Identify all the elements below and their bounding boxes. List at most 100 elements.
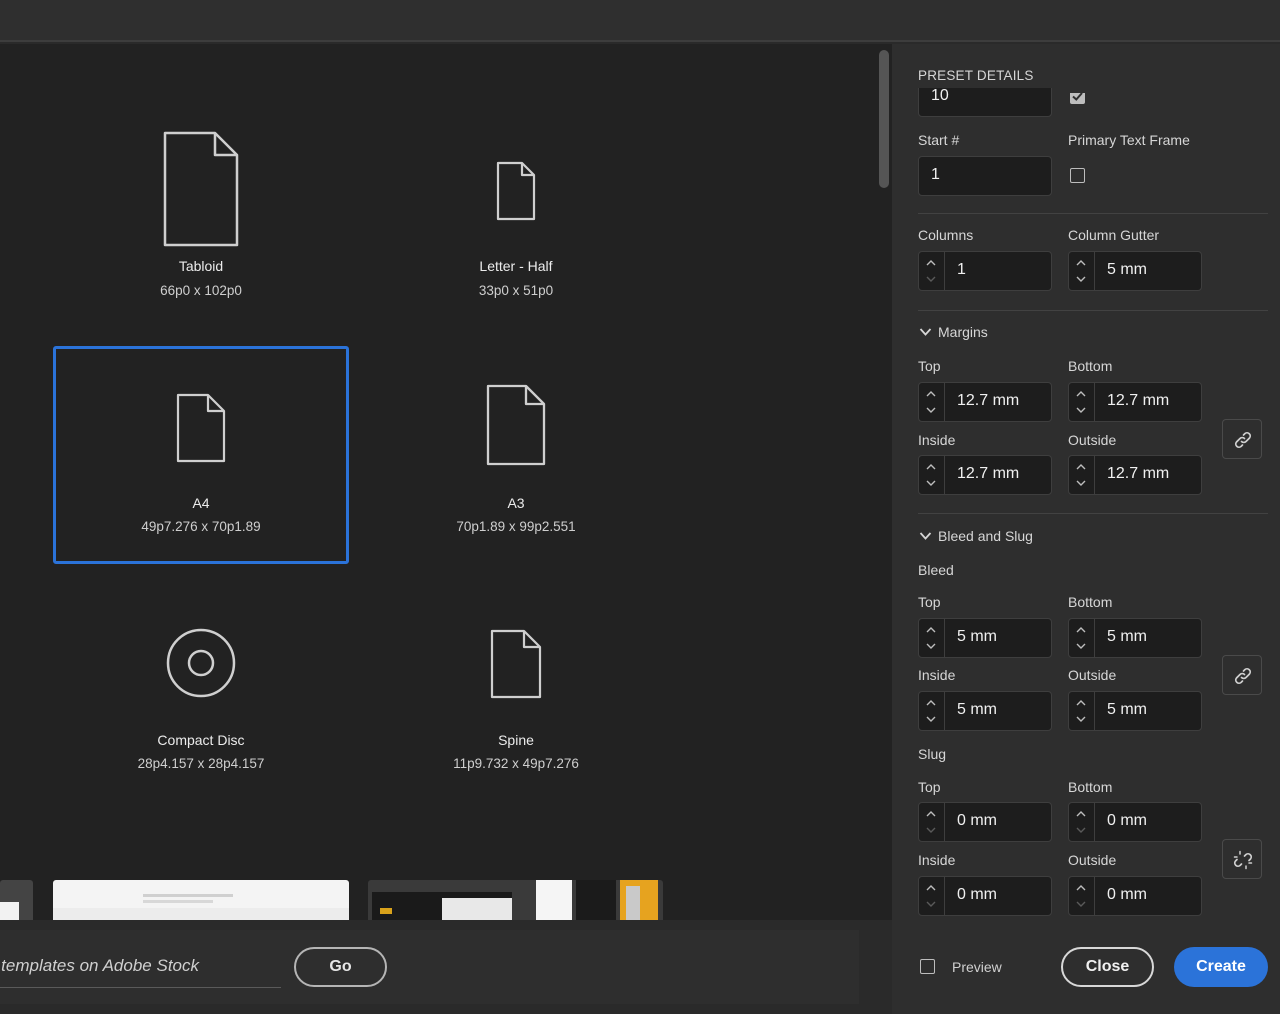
chevron-down-icon [926,716,936,722]
facing-pages-checkbox[interactable] [1070,93,1085,104]
bleed-top-stepper[interactable] [919,619,945,657]
bleed-inside-label: Inside [918,667,956,683]
bleed-top-label: Top [918,594,941,610]
bleed-label: Bleed [918,562,954,578]
margin-top-value: 12.7 mm [957,392,1020,409]
bleed-outside-field[interactable]: 5 mm [1068,691,1202,731]
column-gutter-stepper[interactable] [1069,252,1095,290]
go-button[interactable]: Go [294,947,387,987]
create-button[interactable]: Create [1174,947,1268,987]
pages-value: 10 [931,88,949,104]
chevron-down-icon [926,901,936,907]
chevron-up-icon [1076,627,1086,633]
slug-inside-stepper[interactable] [919,877,945,915]
preset-card-a4[interactable]: A4 49p7.276 x 70p1.89 [53,346,349,564]
bleed-top-field[interactable]: 5 mm [918,618,1052,658]
bleed-bottom-stepper[interactable] [1069,619,1095,657]
preset-name: A3 [507,495,525,511]
preset-size: 66p0 x 102p0 [160,283,242,298]
unlink-icon [1233,850,1253,870]
pages-field[interactable]: 10 [918,88,1052,117]
preset-card-letter-half[interactable]: Letter - Half 33p0 x 51p0 [368,113,664,331]
chevron-down-icon [1076,643,1086,649]
chevron-down-icon [919,532,932,540]
slug-top-field[interactable]: 0 mm [918,802,1052,842]
slug-unlink-button[interactable] [1222,839,1262,879]
template-thumbnail[interactable] [53,880,349,920]
margins-section-toggle[interactable]: Margins [918,324,1038,342]
margin-inside-label: Inside [918,432,956,448]
slug-bottom-stepper[interactable] [1069,803,1095,841]
preset-size: 70p1.89 x 99p2.551 [456,519,576,534]
slug-bottom-value: 0 mm [1107,812,1147,829]
column-gutter-field[interactable]: 5 mm [1068,251,1202,291]
chevron-down-icon [1076,901,1086,907]
bleed-link-button[interactable] [1222,655,1262,695]
margin-top-stepper[interactable] [919,383,945,421]
margin-inside-stepper[interactable] [919,456,945,494]
columns-field[interactable]: 1 [918,251,1052,291]
document-icon [163,131,239,247]
chevron-up-icon [926,885,936,891]
margin-bottom-value: 12.7 mm [1107,392,1170,409]
bleed-bottom-field[interactable]: 5 mm [1068,618,1202,658]
chevron-up-icon [1076,391,1086,397]
preview-checkbox[interactable] [920,959,935,974]
chevron-up-icon [926,700,936,706]
template-thumbnail[interactable] [0,880,33,920]
margin-outside-value: 12.7 mm [1107,465,1170,482]
divider [918,213,1268,214]
preset-card-compact-disc[interactable]: Compact Disc 28p4.157 x 28p4.157 [53,583,349,801]
divider [918,513,1268,514]
bleed-inside-stepper[interactable] [919,692,945,730]
link-icon [1234,667,1252,685]
stock-search-text: Find more templates on Adobe Stock [0,956,199,975]
chevron-up-icon [1076,885,1086,891]
slug-top-stepper[interactable] [919,803,945,841]
chevron-down-icon [1076,480,1086,486]
preset-scrollbar-thumb[interactable] [879,50,889,188]
slug-bottom-field[interactable]: 0 mm [1068,802,1202,842]
chevron-up-icon [926,811,936,817]
margin-top-field[interactable]: 12.7 mm [918,382,1052,422]
bleed-inside-field[interactable]: 5 mm [918,691,1052,731]
bleed-slug-section-toggle[interactable]: Bleed and Slug [918,528,1078,546]
margin-bottom-field[interactable]: 12.7 mm [1068,382,1202,422]
slug-outside-field[interactable]: 0 mm [1068,876,1202,916]
margin-bottom-stepper[interactable] [1069,383,1095,421]
preset-card-spine[interactable]: Spine 11p9.732 x 49p7.276 [368,583,664,801]
slug-outside-label: Outside [1068,852,1117,868]
chevron-up-icon [926,391,936,397]
disc-icon [166,628,236,698]
preset-card-tabloid[interactable]: Tabloid 66p0 x 102p0 [53,113,349,331]
margin-outside-field[interactable]: 12.7 mm [1068,455,1202,495]
chevron-up-icon [1076,464,1086,470]
preset-size: 11p9.732 x 49p7.276 [453,756,579,771]
bleed-bottom-label: Bottom [1068,594,1113,610]
preset-card-a3[interactable]: A3 70p1.89 x 99p2.551 [368,346,664,564]
primary-text-frame-checkbox[interactable] [1070,168,1085,183]
slug-bottom-label: Bottom [1068,779,1113,795]
chevron-down-icon [926,407,936,413]
margin-outside-stepper[interactable] [1069,456,1095,494]
columns-label: Columns [918,227,974,243]
margin-inside-value: 12.7 mm [957,465,1020,482]
start-field[interactable]: 1 [918,156,1052,196]
close-button[interactable]: Close [1061,947,1154,987]
chevron-down-icon [1076,407,1086,413]
chevron-down-icon [926,643,936,649]
document-icon [490,629,542,699]
stock-search-input[interactable]: Find more templates on Adobe Stock [0,946,281,988]
link-icon [1234,431,1252,449]
margins-link-button[interactable] [1222,419,1262,459]
start-value: 1 [931,166,940,183]
bleed-outside-stepper[interactable] [1069,692,1095,730]
template-thumbnail[interactable] [368,880,663,920]
columns-stepper[interactable] [919,252,945,290]
preset-name: Tabloid [178,258,224,274]
slug-outside-stepper[interactable] [1069,877,1095,915]
slug-inside-field[interactable]: 0 mm [918,876,1052,916]
columns-value: 1 [957,261,966,278]
margins-title: Margins [938,324,988,340]
margin-inside-field[interactable]: 12.7 mm [918,455,1052,495]
